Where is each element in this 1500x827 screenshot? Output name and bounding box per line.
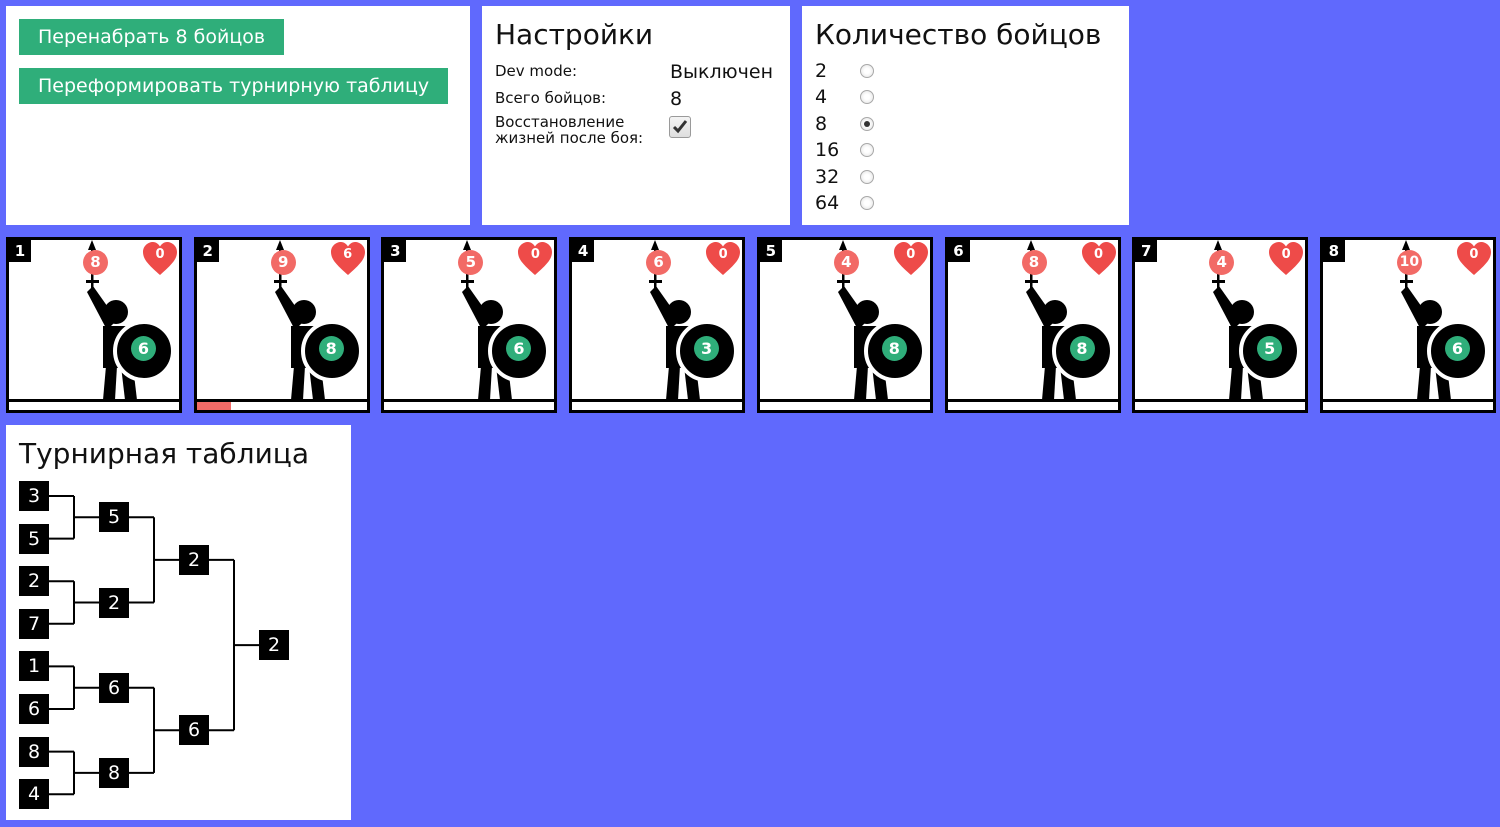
defense-value: 3	[694, 336, 720, 361]
defense-value: 6	[1444, 336, 1470, 361]
lives-value: 0	[1093, 247, 1104, 262]
bracket-node: 8	[99, 757, 129, 788]
total-fighters-value: 8	[670, 88, 683, 110]
actions-panel: Перенабрать 8 бойцов Переформировать тур…	[6, 6, 470, 225]
count-option-label: 2	[815, 60, 828, 82]
bracket-node: 4	[19, 779, 49, 810]
bracket-node: 2	[99, 587, 129, 618]
count-radio[interactable]	[860, 116, 874, 131]
defense-value: 8	[1069, 336, 1095, 361]
fighter-count-title: Количество бойцов	[815, 18, 1102, 51]
fighter-card: 8 10 6 0	[1319, 237, 1496, 413]
fighter-number: 3	[384, 240, 407, 262]
lives-value: 0	[1281, 247, 1291, 262]
count-option-label: 64	[815, 192, 840, 214]
count-option-8[interactable]: 8	[815, 112, 895, 136]
fighter-card: 1860	[6, 237, 182, 413]
health-bar	[1135, 399, 1306, 410]
bracket-lines	[49, 495, 259, 796]
attack-value: 10	[1396, 250, 1422, 275]
fighter-number: 6	[947, 240, 970, 262]
fighter-card: 6 8 8 0	[944, 237, 1121, 413]
count-radio[interactable]	[860, 90, 874, 105]
fighter-number: 8	[1322, 240, 1345, 262]
fighter-number: 4	[572, 240, 595, 262]
fighter-number: 7	[1135, 240, 1158, 262]
attack-value: 6	[646, 250, 672, 275]
attack-value: 9	[270, 250, 296, 275]
count-radio[interactable]	[860, 143, 874, 158]
health-bar	[196, 399, 367, 410]
bracket-winner: 2	[259, 630, 289, 661]
count-radio[interactable]	[860, 64, 874, 78]
count-option-32[interactable]: 32	[815, 165, 895, 189]
lives-value: 0	[155, 247, 165, 262]
count-option-64[interactable]: 64	[815, 191, 895, 215]
fighter-card: 2 9 8 6	[193, 237, 370, 413]
bracket-node: 5	[19, 523, 49, 554]
bracket-node: 3	[19, 481, 49, 511]
lives-value: 6	[343, 247, 353, 262]
fighter-number: 1	[9, 240, 31, 262]
total-fighters-label: Всего бойцов:	[495, 89, 607, 107]
health-bar	[759, 399, 930, 410]
lives-value: 0	[906, 247, 916, 262]
health-bar	[572, 399, 743, 410]
reroll-fighters-button[interactable]: Перенабрать 8 бойцов	[19, 19, 285, 55]
restore-health-checkbox[interactable]	[669, 116, 691, 138]
settings-title: Настройки	[495, 18, 654, 51]
dev-mode-label: Dev mode:	[495, 62, 578, 80]
fighter-card: 4 6 3 0	[569, 237, 746, 413]
lives-value: 0	[530, 247, 540, 262]
reform-bracket-button[interactable]: Переформировать турнирную таблицу	[19, 68, 449, 104]
bracket-node: 6	[19, 694, 49, 724]
count-option-4[interactable]: 4	[815, 85, 895, 109]
fighter-card: 7450	[1132, 237, 1309, 413]
defense-value: 8	[318, 336, 344, 361]
health-bar	[947, 399, 1118, 410]
lives-value: 0	[1469, 247, 1479, 262]
fighter-count-panel: Количество бойцов 2 4 8 16 32 64	[802, 6, 1129, 225]
attack-value: 8	[83, 250, 108, 275]
health-bar	[9, 399, 179, 410]
fighter-card: 5 4 8 0	[756, 237, 933, 413]
count-radio[interactable]	[860, 196, 874, 210]
restore-health-label-line2: жизней после боя:	[495, 129, 644, 147]
attack-value: 4	[833, 250, 859, 275]
bracket-node: 5	[99, 502, 129, 533]
health-bar-fill	[196, 402, 231, 410]
fighter-number: 2	[196, 240, 219, 262]
fighter-number: 5	[759, 240, 782, 262]
bracket-node: 6	[179, 715, 209, 746]
fighter-card: 3560	[381, 237, 558, 413]
count-radio[interactable]	[860, 169, 874, 184]
defense-value: 6	[131, 336, 156, 361]
bracket-node: 1	[19, 651, 49, 682]
restore-health-label-line1: Восстановление	[495, 113, 625, 131]
bracket-node: 8	[19, 736, 49, 767]
count-option-label: 16	[815, 139, 840, 162]
checkmark-icon	[672, 120, 688, 134]
tournament-bracket-panel: Турнирная таблица 352716845268262	[6, 425, 351, 820]
dev-mode-value: Выключен	[670, 61, 773, 83]
bracket-node: 7	[19, 608, 49, 639]
count-option-label: 8	[815, 112, 828, 135]
bracket-node: 2	[179, 544, 209, 575]
count-option-16[interactable]: 16	[815, 138, 895, 162]
health-bar	[1322, 399, 1493, 410]
count-option-label: 32	[815, 165, 840, 188]
bracket-node: 2	[19, 566, 49, 597]
count-option-2[interactable]: 2	[815, 59, 895, 83]
bracket-node: 6	[99, 672, 129, 703]
defense-value: 8	[881, 336, 907, 361]
attack-value: 8	[1021, 250, 1047, 275]
count-option-label: 4	[815, 86, 828, 109]
health-bar	[384, 399, 555, 410]
settings-panel: Настройки Dev mode: Выключен Всего бойцо…	[482, 6, 790, 225]
lives-value: 0	[718, 247, 728, 262]
